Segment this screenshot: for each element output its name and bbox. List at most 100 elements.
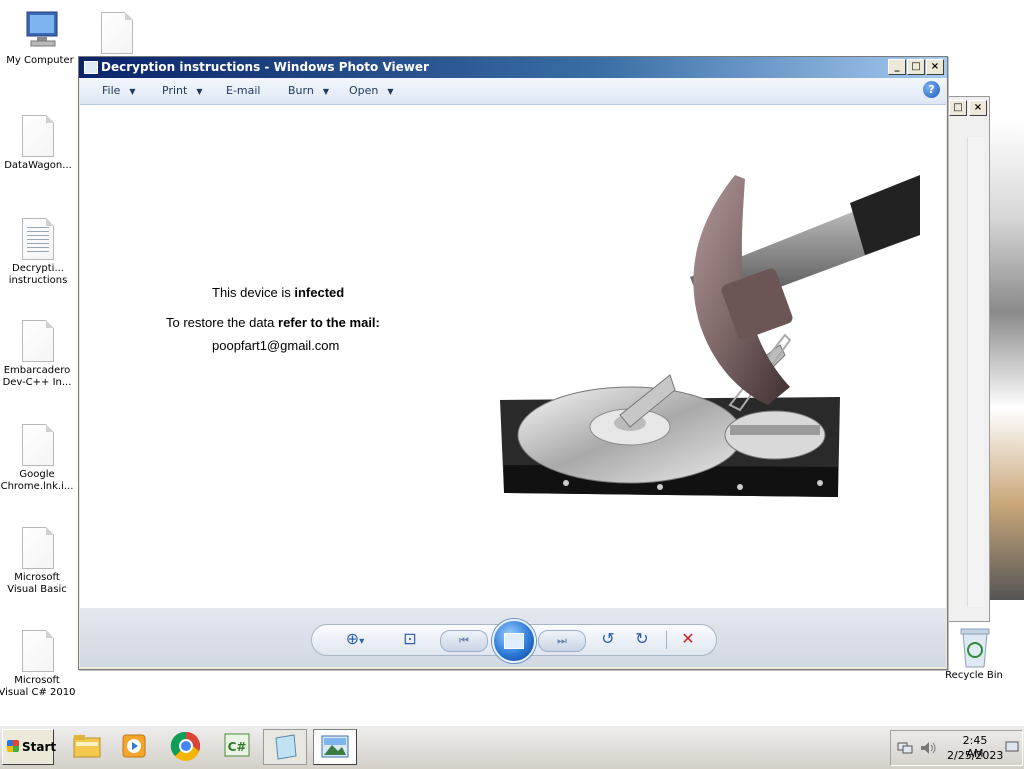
chevron-down-icon: ▼ [322, 87, 329, 96]
desktop-icon-datawagon[interactable]: DataWagon... [0, 115, 78, 172]
toolbar-controls: ⊕▾ ⊡ ⏮ ⏭ ↺ ↻ ✕ [311, 619, 717, 663]
menu-print[interactable]: Print ▼ [162, 84, 202, 97]
clock-date[interactable]: 2/25/2023 [947, 749, 1003, 762]
chevron-down-icon: ▼ [387, 87, 394, 96]
restore-message: To restore the data refer to the mail: [166, 315, 380, 330]
desktop-icon-label: DataWagon... [4, 160, 72, 171]
notepad-icon [275, 734, 297, 760]
taskbar-explorer[interactable] [66, 729, 108, 763]
taskbar-notepad[interactable] [263, 729, 307, 765]
desktop-icon-embarcadero[interactable]: Embarcadero Dev-C++ In... [0, 320, 78, 389]
menu-open-label: Open [349, 84, 379, 97]
zoom-button[interactable]: ⊕▾ [338, 625, 372, 657]
next-icon: ⏭ [557, 635, 567, 647]
fit-window-icon: ⊡ [403, 631, 417, 648]
chevron-down-icon: ▼ [129, 87, 136, 96]
show-desktop-icon[interactable] [1005, 741, 1019, 753]
hammer-hard-drive-image [500, 175, 920, 497]
rotate-cw-icon: ↻ [635, 631, 649, 648]
taskbar-media-player[interactable] [113, 729, 155, 763]
file-icon [100, 12, 134, 54]
desktop-icon-my-computer[interactable]: My Computer [0, 10, 80, 67]
message-text: To restore the data [166, 315, 279, 330]
menu-burn-label: Burn [288, 84, 314, 97]
system-tray: 2:45 AM 2/25/2023 [890, 730, 1023, 766]
window-title: Decryption instructions - Windows Photo … [101, 60, 429, 74]
media-player-icon [122, 734, 146, 758]
chrome-icon [170, 731, 200, 761]
file-icon [21, 527, 55, 569]
folder-icon [73, 735, 101, 758]
text-file-icon [21, 218, 55, 260]
photo-viewer-icon [84, 61, 98, 74]
message-bold-text: infected [294, 285, 345, 300]
next-button[interactable]: ⏭ [538, 630, 586, 652]
recycle-bin-icon [957, 625, 991, 668]
zoom-icon: ⊕ [345, 631, 360, 648]
desktop-icon-vb-2010[interactable]: Microsoft Visual Basic 2010 E... [0, 527, 78, 596]
desktop-icon-blank-file[interactable] [77, 12, 157, 57]
desktop-icon-label: Recycle Bin [945, 670, 1003, 681]
menu-file-label: File [102, 84, 121, 97]
file-icon [21, 320, 55, 362]
start-button[interactable]: Start [2, 729, 57, 765]
titlebar[interactable]: Decryption instructions - Windows Photo … [79, 57, 947, 78]
desktop-icon-label: Decrypti... instructions [8, 263, 68, 286]
taskbar-photo-viewer[interactable] [313, 729, 357, 765]
taskbar-visual-csharp[interactable]: C# [216, 729, 258, 763]
slideshow-icon [504, 633, 524, 649]
taskbar-chrome[interactable] [165, 729, 207, 763]
menu-email-label: E-mail [226, 84, 261, 97]
previous-icon: ⏮ [459, 635, 469, 647]
bg-close-button[interactable]: × [969, 100, 987, 116]
bg-maximize-button[interactable]: □ [949, 100, 967, 116]
minimize-button[interactable]: _ [888, 59, 906, 75]
actual-size-button[interactable]: ⊡ [398, 625, 422, 655]
delete-icon: ✕ [681, 631, 695, 648]
rotate-clockwise-button[interactable]: ↻ [630, 625, 654, 655]
volume-icon[interactable] [919, 740, 937, 756]
start-label: Start [22, 740, 57, 754]
file-icon [21, 424, 55, 466]
file-icon [21, 630, 55, 672]
desktop-icon-label: Microsoft Visual C# 2010 Ex... [0, 675, 76, 698]
menu-file[interactable]: File ▼ [102, 84, 136, 97]
desktop-icon-label: Microsoft Visual Basic 2010 E... [7, 572, 67, 595]
network-icon[interactable] [897, 740, 913, 756]
message-text: This device is [212, 285, 295, 300]
menu-burn[interactable]: Burn ▼ [288, 84, 329, 97]
menu-print-label: Print [162, 84, 188, 97]
chevron-down-icon: ▾ [359, 636, 365, 647]
help-icon[interactable]: ? [923, 81, 940, 98]
maximize-button[interactable]: □ [907, 59, 925, 75]
desktop-icon-label: My Computer [6, 55, 74, 66]
file-icon [21, 115, 55, 157]
slideshow-button[interactable] [492, 619, 536, 663]
menu-email[interactable]: E-mail [226, 84, 261, 97]
close-button[interactable]: × [926, 59, 944, 75]
desktop-icon-label: Google Chrome.lnk.i... [0, 469, 74, 492]
desktop-icon-vcsharp-2010[interactable]: Microsoft Visual C# 2010 Ex... [0, 630, 78, 699]
toolbar-separator [666, 631, 667, 649]
infected-message: This device is infected [212, 285, 344, 300]
ransom-email: poopfart1@gmail.com [212, 338, 340, 353]
menu-open[interactable]: Open ▼ [349, 84, 394, 97]
desktop-icon-label: Embarcadero Dev-C++ In... [2, 365, 72, 388]
menubar: File ▼ Print ▼ E-mail Burn ▼ Open ▼ ? [80, 78, 946, 105]
rotate-ccw-icon: ↺ [601, 631, 615, 648]
message-bold-text: refer to the mail: [278, 315, 380, 330]
delete-button[interactable]: ✕ [676, 625, 700, 655]
bg-scrollbar[interactable] [967, 137, 984, 607]
computer-icon [23, 10, 58, 52]
csharp-icon: C# [224, 733, 250, 757]
photo-viewer-window: Decryption instructions - Windows Photo … [78, 56, 948, 670]
viewer-toolbar: ⊕▾ ⊡ ⏮ ⏭ ↺ ↻ ✕ [80, 608, 946, 667]
photo-viewer-icon [321, 735, 349, 758]
desktop-icon-decryption-instructions[interactable]: Decrypti... instructions [0, 218, 78, 287]
desktop-icon-google-chrome[interactable]: Google Chrome.lnk.i... [0, 424, 78, 493]
background-window-content [988, 120, 1024, 600]
previous-button[interactable]: ⏮ [440, 630, 488, 652]
image-viewer-area: This device is infected To restore the d… [80, 105, 946, 608]
taskbar: Start C# 2:45 AM 2/25/2023 [0, 725, 1024, 769]
rotate-counterclockwise-button[interactable]: ↺ [596, 625, 620, 655]
